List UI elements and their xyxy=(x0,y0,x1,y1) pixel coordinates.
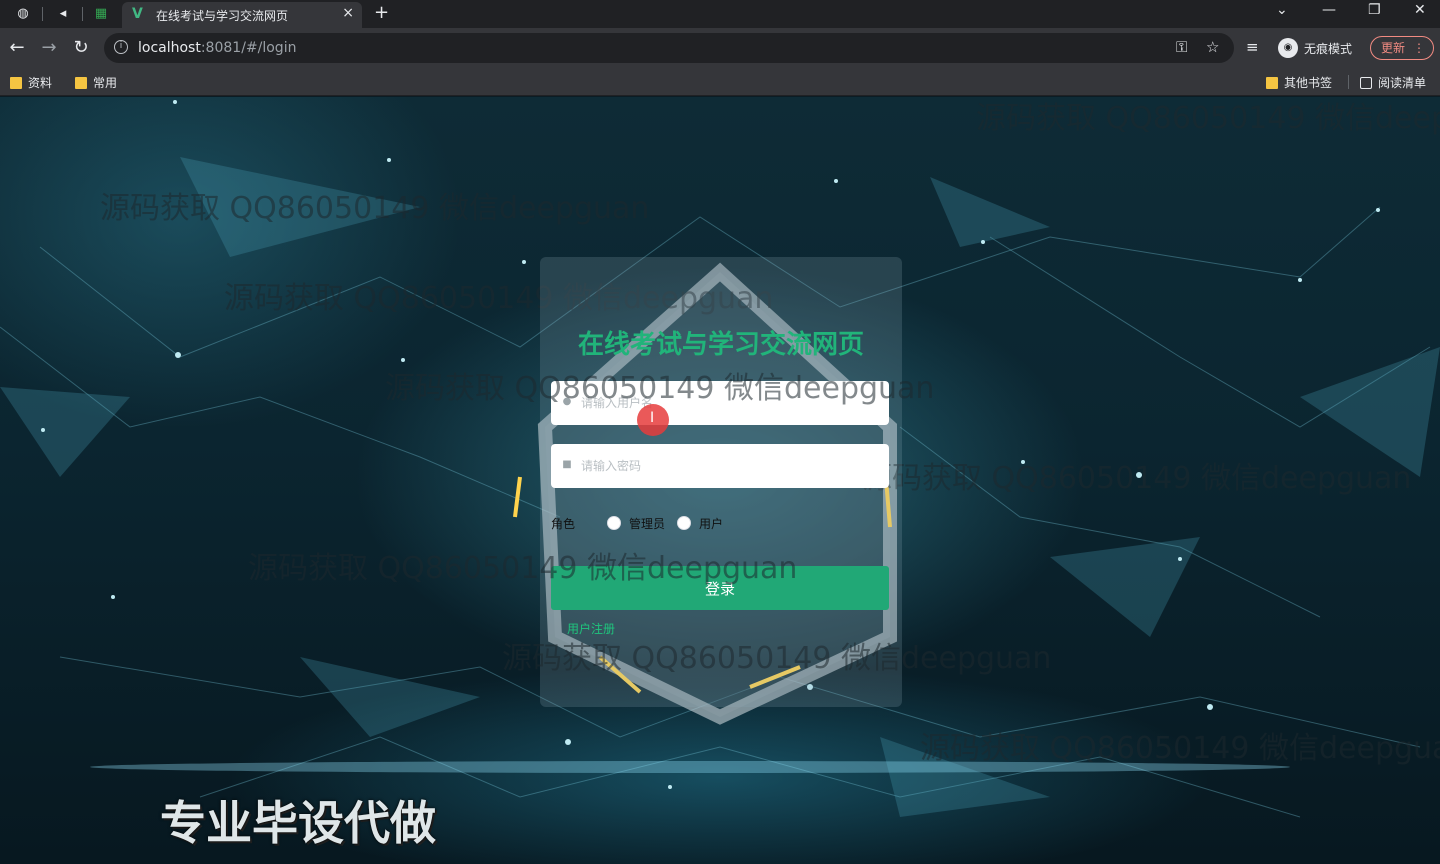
other-bookmarks-label: 其他书签 xyxy=(1284,76,1333,90)
bookmark-label: 常用 xyxy=(93,76,118,90)
minimize-icon[interactable]: — xyxy=(1322,2,1336,18)
role-option-admin[interactable]: 管理员 xyxy=(607,515,665,532)
browser-toolbar: ← → ↻ i localhost:8081/#/login ⚿ ☆ ≡ ◉ 无… xyxy=(0,28,1440,68)
watermark: 源码获取 QQ86050149 微信deepguan xyxy=(100,191,650,226)
password-field[interactable]: ■ xyxy=(551,444,889,488)
watermark: 源码获取 QQ86050149 微信deepguan xyxy=(248,551,798,586)
folder-icon xyxy=(10,76,22,89)
reading-mode-icon[interactable]: ≡ xyxy=(1246,38,1259,56)
tab-separator xyxy=(42,7,43,21)
browser-tab-bar: ◍ ◂ ▦ V 在线考试与学习交流网页 × + ⌄ — ❐ ✕ xyxy=(0,0,1440,28)
incognito-indicator[interactable]: ◉ 无痕模式 xyxy=(1278,37,1352,59)
watermark: 源码获取 QQ86050149 微信deepguan xyxy=(976,101,1440,136)
login-page-background: 源码获取 QQ86050149 微信deepguan 源码获取 QQ860501… xyxy=(0,97,1440,864)
lock-icon: ■ xyxy=(562,459,572,470)
forward-icon[interactable]: → xyxy=(38,37,60,59)
other-bookmarks[interactable]: 其他书签 xyxy=(1266,74,1332,91)
reading-list[interactable]: 阅读清单 xyxy=(1360,74,1426,91)
role-option-label: 管理员 xyxy=(629,516,666,531)
reading-list-label: 阅读清单 xyxy=(1378,76,1427,90)
folder-icon xyxy=(75,76,87,89)
globe-icon[interactable]: ◍ xyxy=(12,4,34,24)
watermark: 源码获取 QQ86050149 微信deepguan xyxy=(385,371,935,406)
url-text[interactable]: localhost:8081/#/login xyxy=(138,40,296,56)
login-title: 在线考试与学习交流网页 xyxy=(577,330,864,360)
watermark: 源码获取 QQ86050149 微信deepguan xyxy=(920,731,1440,766)
bookmark-label: 资料 xyxy=(28,76,53,90)
bookmark-folder[interactable]: 常用 xyxy=(75,74,117,91)
incognito-label: 无痕模式 xyxy=(1304,41,1353,56)
password-input[interactable] xyxy=(581,454,871,478)
star-icon[interactable]: ☆ xyxy=(1206,38,1219,56)
radio-button[interactable] xyxy=(607,516,621,530)
restore-icon[interactable]: ❐ xyxy=(1368,2,1381,18)
bookmark-separator xyxy=(1348,75,1349,89)
update-button[interactable]: 更新 ⋮ xyxy=(1370,36,1434,60)
key-icon[interactable]: ⚿ xyxy=(1176,38,1187,56)
bookmarks-bar: 资料 常用 其他书签 阅读清单 xyxy=(0,68,1440,96)
close-tab-icon[interactable]: × xyxy=(342,5,354,21)
vue-logo-icon: V xyxy=(132,6,143,22)
text-cursor-icon: I xyxy=(650,410,655,426)
back-icon[interactable]: ← xyxy=(6,37,28,59)
click-indicator: I xyxy=(637,404,669,436)
radio-button[interactable] xyxy=(677,516,692,530)
promo-banner: 专业毕设代做 xyxy=(160,796,436,850)
close-window-icon[interactable]: ✕ xyxy=(1414,2,1426,18)
tab-active[interactable]: V 在线考试与学习交流网页 × xyxy=(122,2,362,28)
tab-search-icon[interactable]: ⌄ xyxy=(1276,2,1288,18)
address-bar[interactable]: i localhost:8081/#/login ⚿ ☆ xyxy=(104,33,1234,63)
role-option-label: 用户 xyxy=(699,516,724,531)
watermark: 源码获取 QQ86050149 微信deepguan xyxy=(502,641,1052,676)
role-label: 角色 xyxy=(551,516,576,531)
menu-dots-icon[interactable]: ⋮ xyxy=(1413,37,1425,59)
reload-icon[interactable]: ↻ xyxy=(70,37,92,59)
sheets-icon[interactable]: ▦ xyxy=(90,4,112,24)
new-tab-button[interactable]: + xyxy=(374,2,389,23)
bookmark-folder[interactable]: 资料 xyxy=(10,74,52,91)
role-option-user[interactable]: 用户 xyxy=(677,515,723,532)
mute-audio-icon[interactable]: ◂ xyxy=(52,4,74,24)
incognito-icon: ◉ xyxy=(1278,38,1298,58)
watermark: 源码获取 QQ86050149 微信deepguan xyxy=(862,461,1412,496)
folder-icon xyxy=(1266,76,1278,89)
tab-title: 在线考试与学习交流网页 xyxy=(156,9,289,23)
tab-separator xyxy=(82,7,83,21)
update-label: 更新 xyxy=(1381,41,1406,55)
reading-list-icon xyxy=(1360,76,1372,89)
role-selector: 角色 管理员 用户 xyxy=(551,513,735,533)
info-icon[interactable]: i xyxy=(114,40,128,54)
